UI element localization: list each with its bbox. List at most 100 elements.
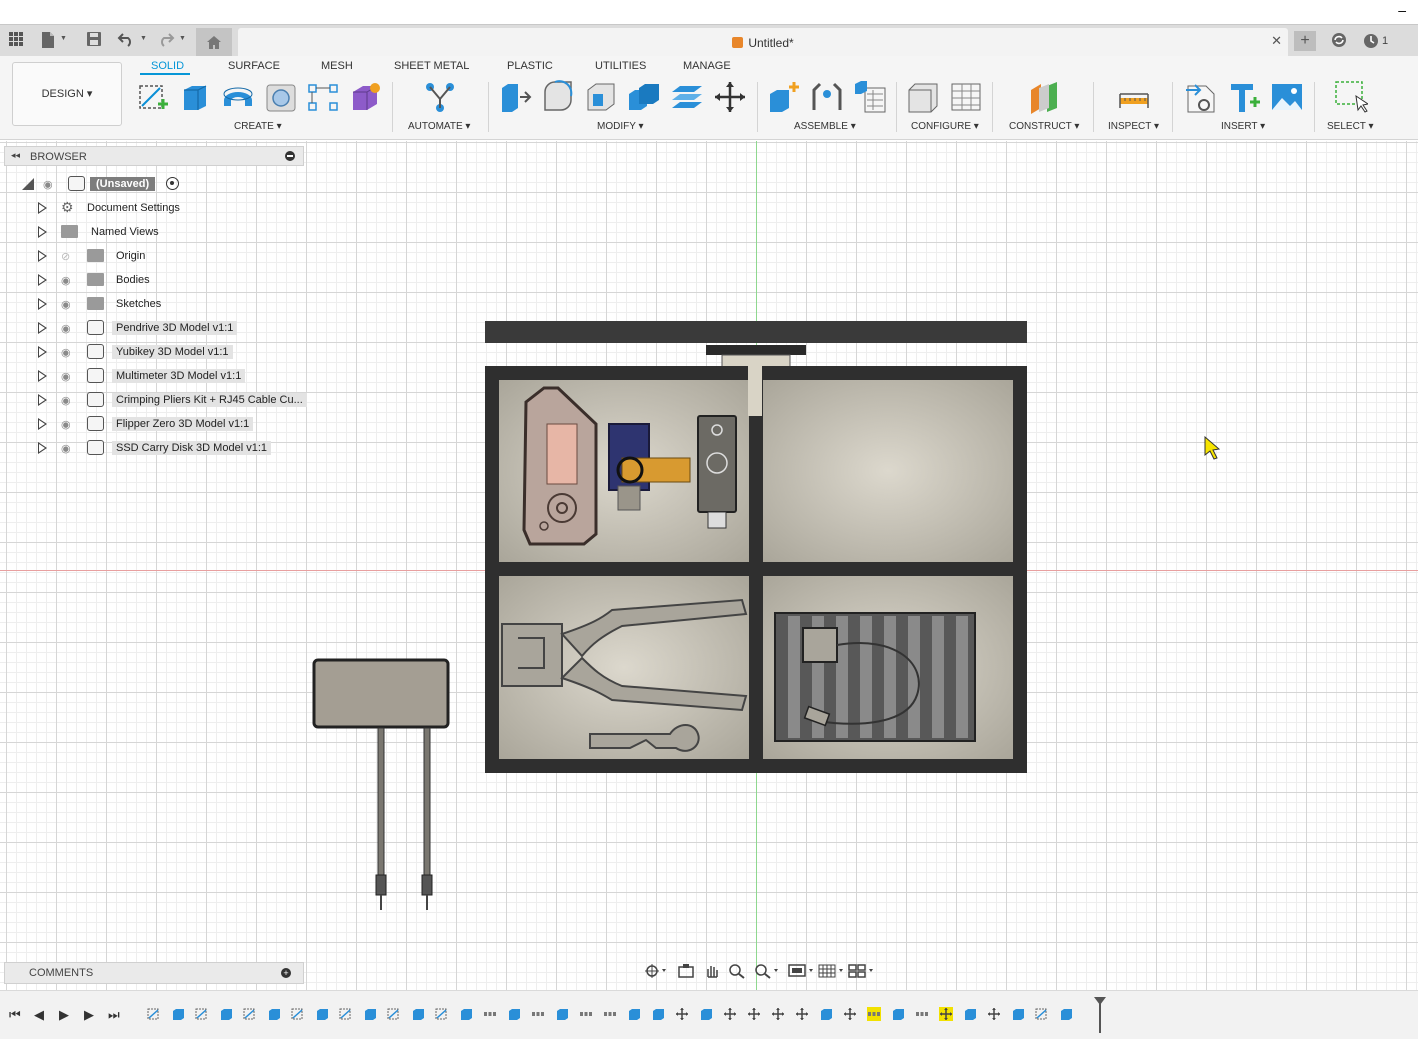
home-tab[interactable] <box>196 28 232 57</box>
configure-model-icon[interactable] <box>906 80 940 114</box>
timeline-feature-sketch-icon[interactable] <box>243 1007 257 1021</box>
expand-arrow-icon[interactable] <box>38 274 47 286</box>
orbit-icon[interactable] <box>644 963 666 979</box>
configure-group-label[interactable]: CONFIGURE ▾ <box>911 121 979 132</box>
new-component-icon[interactable] <box>767 80 801 114</box>
minimize-button[interactable]: – <box>1398 2 1406 18</box>
sync-icon[interactable] <box>1329 31 1349 51</box>
browser-item-named-views[interactable]: Named Views <box>4 221 304 243</box>
tab-surface[interactable]: SURFACE <box>228 60 280 72</box>
file-menu-caret-icon[interactable]: ▼ <box>60 35 67 42</box>
tool-case-model[interactable] <box>300 310 1050 930</box>
timeline-feature-sketch-icon[interactable] <box>387 1007 401 1021</box>
browser-item-sketches[interactable]: ◉ Sketches <box>4 293 304 315</box>
timeline-feature-move-icon[interactable] <box>747 1007 761 1021</box>
automate-group-label[interactable]: AUTOMATE ▾ <box>408 121 470 132</box>
joint-icon[interactable] <box>810 80 844 114</box>
close-tab-icon[interactable]: ✕ <box>1271 33 1282 49</box>
timeline-feature-sketch-icon[interactable] <box>339 1007 353 1021</box>
undo-caret-icon[interactable]: ▼ <box>140 35 147 42</box>
insert-mcmaster-icon[interactable] <box>1227 80 1261 114</box>
shell-icon[interactable] <box>584 80 618 114</box>
create-form-icon[interactable] <box>349 80 383 114</box>
fillet-icon[interactable] <box>541 80 575 114</box>
expand-arrow-icon[interactable] <box>38 250 47 262</box>
expand-arrow-icon[interactable] <box>38 298 47 310</box>
display-settings-icon[interactable] <box>788 963 816 979</box>
assemble-group-label[interactable]: ASSEMBLE ▾ <box>794 121 856 132</box>
browser-item-multimeter[interactable]: ◉ Multimeter 3D Model v1:1 <box>4 365 304 387</box>
timeline-feature-move-icon[interactable] <box>987 1007 1001 1021</box>
timeline-feature-group-icon[interactable] <box>603 1007 617 1021</box>
configuration-table-icon[interactable] <box>949 80 983 114</box>
tab-sheet-metal[interactable]: SHEET METAL <box>394 60 469 72</box>
timeline-feature-body-icon[interactable] <box>819 1007 833 1021</box>
bill-of-materials-icon[interactable] <box>853 80 887 114</box>
collapse-panel-icon[interactable]: ◂◂ <box>11 150 20 161</box>
timeline-feature-body-icon[interactable] <box>171 1007 185 1021</box>
visibility-eye-icon[interactable]: ◉ <box>43 178 53 191</box>
hole-icon[interactable] <box>264 80 298 114</box>
browser-item-document-settings[interactable]: ⚙ Document Settings <box>4 197 304 219</box>
look-at-icon[interactable] <box>678 963 694 979</box>
construct-group-label[interactable]: CONSTRUCT ▾ <box>1009 121 1079 132</box>
canvas-image-icon[interactable] <box>1270 80 1304 114</box>
insert-derive-icon[interactable] <box>1184 80 1218 114</box>
offset-plane-icon[interactable] <box>1027 80 1061 114</box>
timeline-feature-body-icon[interactable] <box>1011 1007 1025 1021</box>
workspace-switcher-button[interactable]: DESIGN ▾ <box>12 62 122 126</box>
timeline-first-icon[interactable]: ⏮ <box>9 1007 21 1023</box>
timeline-feature-sketch-icon[interactable] <box>195 1007 209 1021</box>
timeline-feature-body-icon[interactable] <box>555 1007 569 1021</box>
create-sketch-icon[interactable] <box>136 80 170 114</box>
expanded-triangle-icon[interactable] <box>22 178 34 190</box>
expand-arrow-icon[interactable] <box>38 394 47 406</box>
timeline-feature-body-icon[interactable] <box>315 1007 329 1021</box>
extrude-icon[interactable] <box>178 80 212 114</box>
timeline-play-icon[interactable]: ▶ <box>59 1007 69 1023</box>
visibility-eye-icon[interactable]: ◉ <box>61 418 71 431</box>
visibility-eye-icon[interactable]: ◉ <box>61 394 71 407</box>
add-comment-icon[interactable]: + <box>281 968 291 978</box>
new-tab-button[interactable]: + <box>1294 31 1316 51</box>
visibility-eye-icon[interactable]: ◉ <box>61 346 71 359</box>
minimize-browser-icon[interactable] <box>285 151 295 161</box>
file-icon[interactable] <box>38 31 58 51</box>
visibility-eye-icon[interactable]: ◉ <box>61 370 71 383</box>
expand-arrow-icon[interactable] <box>38 226 47 238</box>
activate-radio-icon[interactable] <box>166 177 179 190</box>
offset-face-icon[interactable] <box>670 80 704 114</box>
timeline-feature-body-icon[interactable] <box>963 1007 977 1021</box>
viewports-icon[interactable] <box>848 963 876 979</box>
visibility-eye-icon[interactable]: ◉ <box>61 442 71 455</box>
timeline-feature-move-icon[interactable] <box>723 1007 737 1021</box>
press-pull-icon[interactable] <box>498 80 532 114</box>
expand-arrow-icon[interactable] <box>38 442 47 454</box>
multimeter-model[interactable] <box>312 658 450 910</box>
hidden-eye-icon[interactable]: ⊘ <box>61 250 70 263</box>
browser-item-pendrive[interactable]: ◉ Pendrive 3D Model v1:1 <box>4 317 304 339</box>
measure-icon[interactable] <box>1117 80 1151 114</box>
redo-icon[interactable] <box>156 31 176 51</box>
expand-arrow-icon[interactable] <box>38 346 47 358</box>
save-icon[interactable] <box>84 31 104 51</box>
revolve-icon[interactable] <box>221 80 255 114</box>
timeline-feature-body-icon[interactable] <box>507 1007 521 1021</box>
timeline-feature-body-icon[interactable] <box>627 1007 641 1021</box>
pan-hand-icon[interactable] <box>704 963 720 979</box>
apps-grid-icon[interactable] <box>6 31 26 51</box>
pattern-icon[interactable] <box>306 80 340 114</box>
timeline-marker[interactable] <box>1094 997 1106 1033</box>
window-select-icon[interactable] <box>1334 80 1368 114</box>
timeline-previous-icon[interactable]: ◀ <box>34 1007 44 1023</box>
combine-icon[interactable] <box>627 80 661 114</box>
insert-group-label[interactable]: INSERT ▾ <box>1221 121 1265 132</box>
browser-root-node[interactable]: ◉ (Unsaved) <box>4 173 304 195</box>
timeline-feature-body-icon[interactable] <box>459 1007 473 1021</box>
timeline-feature-move-icon[interactable] <box>795 1007 809 1021</box>
browser-item-yubikey[interactable]: ◉ Yubikey 3D Model v1:1 <box>4 341 304 363</box>
case-lid[interactable] <box>485 321 1027 343</box>
timeline-feature-body-icon[interactable] <box>699 1007 713 1021</box>
automate-icon[interactable] <box>423 80 457 114</box>
timeline-feature-sketch-icon[interactable] <box>147 1007 161 1021</box>
